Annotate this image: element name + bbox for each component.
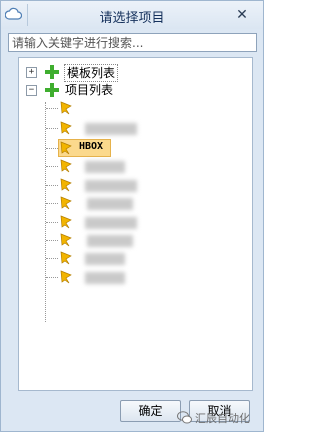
tree-connector (46, 185, 58, 186)
project-flag-icon (60, 251, 72, 265)
tree-connector (46, 148, 58, 149)
redacted-item-label[interactable] (85, 180, 137, 192)
tree-connector (46, 166, 58, 167)
redacted-item-label[interactable] (85, 217, 137, 229)
redacted-item-label[interactable] (85, 272, 125, 284)
tree-guide-line (45, 102, 46, 322)
redacted-item-label[interactable] (87, 198, 133, 210)
watermark: 汇辰自动化 (177, 409, 263, 429)
tree-connector (46, 258, 58, 259)
tree-connector (46, 108, 58, 109)
collapse-toggle[interactable]: − (26, 85, 37, 96)
green-plus-icon (45, 83, 59, 97)
project-tree: + 模板列表 − 项目列表 HBOX (18, 57, 253, 391)
project-flag-icon (60, 196, 72, 210)
close-icon[interactable]: ✕ (235, 8, 249, 22)
project-flag-icon (60, 101, 72, 115)
ok-button[interactable]: 确定 (120, 400, 181, 422)
tree-connector (46, 277, 58, 278)
project-flag-icon (60, 178, 72, 192)
project-flag-icon (60, 233, 72, 247)
project-flag-icon (60, 121, 72, 135)
redacted-item-label[interactable] (87, 235, 133, 247)
redacted-item-label[interactable] (85, 161, 125, 173)
title-bar: 请选择项目 ✕ (1, 1, 263, 29)
tree-node-label: 模板列表 (64, 64, 119, 82)
project-flag-icon (60, 215, 72, 229)
redacted-item-label[interactable] (85, 253, 125, 265)
tree-node-project-list[interactable]: − 项目列表 (19, 82, 219, 100)
tree-connector (46, 203, 58, 204)
tree-connector (46, 222, 58, 223)
project-flag-icon (60, 270, 72, 284)
project-flag-icon (60, 141, 72, 155)
tree-connector (46, 128, 58, 129)
chat-bubble-icon (177, 411, 192, 424)
project-flag-icon (60, 159, 72, 173)
tree-node-template-list[interactable]: + 模板列表 (19, 64, 219, 82)
selected-item-label: HBOX (79, 141, 104, 152)
green-plus-icon (45, 65, 59, 79)
expand-toggle[interactable]: + (26, 67, 37, 78)
tree-node-label: 项目列表 (65, 83, 114, 97)
select-project-dialog: 请选择项目 ✕ + 模板列表 − 项目列表 HBOX 确定 取消 汇辰自动化 (0, 0, 264, 432)
tree-connector (46, 240, 58, 241)
window-title: 请选择项目 (99, 11, 165, 26)
redacted-item-label[interactable] (85, 123, 137, 135)
search-input[interactable] (8, 33, 257, 52)
watermark-text: 汇辰自动化 (195, 412, 250, 425)
